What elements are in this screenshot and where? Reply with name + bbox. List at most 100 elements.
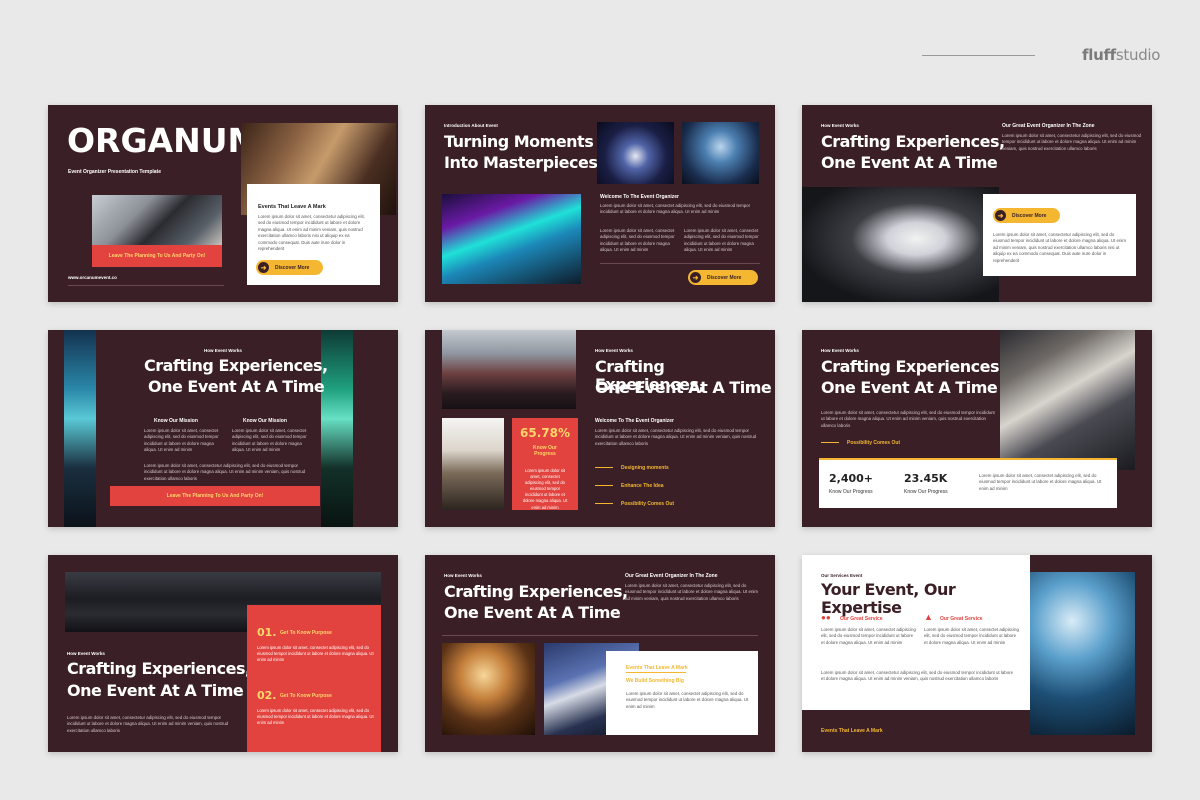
slide-8[interactable]: How Event Works Crafting Experiences, On…: [425, 555, 775, 752]
body-text: Lorem ipsum dolor sit amet, consectet ad…: [144, 428, 219, 453]
section-heading: Welcome To The Event Organizer: [600, 194, 679, 200]
info-card: Events That Leave A Mark Lorem ipsum dol…: [247, 184, 380, 285]
brand-divider: [922, 55, 1035, 56]
footer-link[interactable]: Events That Leave A Mark: [821, 728, 883, 734]
slide-6[interactable]: How Event Works Crafting Experiences, On…: [802, 330, 1152, 527]
slide-title: Your Event, Our Expertise: [821, 580, 956, 617]
card-body: Lorem ipsum dolor sit amet, consectet ad…: [626, 691, 749, 709]
slide-kicker: Our Services Event: [821, 573, 863, 578]
service-title: Our Great Service: [940, 616, 983, 622]
card-body: Lorem ipsum dolor sit amet, consectet ad…: [979, 473, 1102, 491]
card-body: Lorem ipsum dolor sit amet, consectetur …: [258, 214, 365, 251]
service-body: Lorem ipsum dolor sit amet, consectet ad…: [821, 627, 916, 645]
body-text: Lorem ipsum dolor sit amet, consectet ad…: [600, 228, 675, 253]
step-body: Lorem ipsum dolor sit amet, consectet ad…: [257, 645, 374, 663]
arrow-right-icon: ➜: [690, 272, 701, 283]
divider: [68, 285, 224, 286]
title-line-1: Crafting Experiences,: [821, 132, 1005, 151]
slide-title: ORGANUM: [67, 121, 261, 160]
people-icon: ●●: [821, 613, 831, 622]
slide-2[interactable]: Introduction About Event Turning Moments…: [425, 105, 775, 302]
slide-subtitle: Event Organizer Presentation Template: [68, 169, 161, 175]
slide-kicker: How Event Works: [204, 348, 242, 353]
divider: [600, 263, 760, 264]
slide-kicker: How Event Works: [821, 348, 859, 353]
card-item: We Build Something Big: [626, 678, 684, 684]
slide-4[interactable]: How Event Works Crafting Experiences, On…: [48, 330, 398, 527]
slide-3[interactable]: How Event Works Crafting Experiences, On…: [802, 105, 1152, 302]
stat-value: 23.45K: [904, 472, 948, 485]
step-heading: Get To Know Purpose: [280, 630, 332, 636]
presentation-photo: [802, 187, 999, 302]
tagline-bar: Leave The Planning To Us And Party On!: [110, 486, 320, 506]
side-title: Our Great Event Organizer In The Zone: [1002, 123, 1095, 129]
stat-label: Know Our Progress: [533, 445, 557, 457]
accent-line: [819, 458, 1117, 460]
arrow-right-icon: ➜: [258, 262, 269, 273]
side-title: Our Great Event Organizer In The Zone: [625, 573, 718, 579]
concert-photo: [442, 643, 535, 735]
stat-label: Know Our Progress: [904, 489, 948, 495]
discover-button[interactable]: ➜ Discover More: [993, 208, 1060, 223]
body-text: Lorem ipsum dolor sit amet, consectetur …: [67, 715, 229, 733]
slide-kicker: How Event Works: [821, 123, 859, 128]
title-line-2: One Event At A Time: [821, 378, 998, 397]
audience-photo: [1000, 330, 1135, 470]
feature-item: Possibility Comes Out: [595, 501, 674, 507]
body-text: Lorem ipsum dolor sit amet, consectetur …: [1002, 133, 1142, 151]
slide-kicker: How Event Works: [444, 573, 482, 578]
title-line-1: Crafting Experiences,: [444, 582, 628, 601]
title-line-2: One Event At A Time: [148, 377, 325, 396]
card-body: Lorem ipsum dolor sit amet, consectetur …: [821, 670, 1014, 682]
slide-kicker: How Event Works: [595, 348, 633, 353]
body-text: Lorem ipsum dolor sit amet, consectet ad…: [600, 203, 751, 215]
body-text: Lorem ipsum dolor sit amet, consectetur …: [144, 463, 306, 481]
slide-7[interactable]: How Event Works Crafting Experiences, On…: [48, 555, 398, 752]
section-heading: Welcome To The Event Organizer: [595, 418, 674, 424]
title-line-2: One Event At A Time: [67, 681, 244, 700]
slide-9[interactable]: Our Services Event Your Event, Our Exper…: [802, 555, 1152, 752]
step-number: 02.: [257, 689, 277, 702]
body-text: Lorem ipsum dolor sit amet, consectet ad…: [232, 428, 307, 453]
title-line-1: Crafting Experiences,: [67, 659, 251, 678]
column-heading: Know Our Mission: [243, 418, 287, 424]
card-item-line: [626, 672, 686, 673]
stats-card: 2,400+ Know Our Progress 23.45K Know Our…: [819, 458, 1117, 508]
title-line-2: One Event At A Time: [821, 153, 998, 172]
stat-value: 65.78%: [520, 426, 570, 440]
stat-label: Know Our Progress: [829, 489, 873, 495]
discover-button[interactable]: ➜ Discover More: [688, 270, 758, 285]
body-text: Lorem ipsum dolor sit amet, consectetur …: [821, 410, 995, 428]
link-item[interactable]: Possibility Comes Out: [821, 440, 900, 446]
step-number: 01.: [257, 626, 277, 639]
body-text: Lorem ipsum dolor sit amet, consectetur …: [625, 583, 759, 601]
title-line-2: Into Masterpieces: [444, 153, 598, 172]
card-title: Events That Leave A Mark: [258, 204, 326, 210]
concert-photo: [442, 194, 581, 284]
slide-5[interactable]: 65.78% Know Our Progress Lorem ipsum dol…: [425, 330, 775, 527]
arrow-right-icon: ➜: [995, 210, 1006, 221]
fans-photo: [442, 418, 504, 510]
title-line-1: Crafting Experiences,: [144, 356, 328, 375]
body-text: Lorem ipsum dolor sit amet, consectet ad…: [684, 228, 759, 253]
step-heading: Get To Know Purpose: [280, 693, 332, 699]
title-line-1: Turning Moments: [444, 132, 594, 151]
title-line-2: One Event At A Time: [595, 378, 772, 397]
column-heading: Know Our Mission: [154, 418, 198, 424]
conference-photo: [442, 330, 576, 409]
divider: [442, 635, 758, 636]
steps-panel: 01. Get To Know Purpose Lorem ipsum dolo…: [247, 605, 381, 752]
service-title: Our Great Service: [840, 616, 883, 622]
info-card: ➜ Discover More Lorem ipsum dolor sit ame…: [983, 194, 1136, 276]
website-url[interactable]: www.orcanumevent.co: [68, 275, 117, 280]
confetti-photo-left: [64, 330, 96, 527]
title-line-2: One Event At A Time: [444, 603, 621, 622]
brand-logo: fluffstudio: [1082, 46, 1161, 64]
feature-item: Designing moments: [595, 465, 669, 471]
stage-photo: [597, 122, 674, 184]
discover-button[interactable]: ➜ Discover More: [256, 260, 323, 275]
slide-1[interactable]: ORGANUM Event Organizer Presentation Tem…: [48, 105, 398, 302]
megaphone-icon: ▲: [924, 612, 933, 622]
feature-item: Enhance The Idea: [595, 483, 664, 489]
stat-card: 65.78% Know Our Progress Lorem ipsum dol…: [512, 418, 578, 510]
